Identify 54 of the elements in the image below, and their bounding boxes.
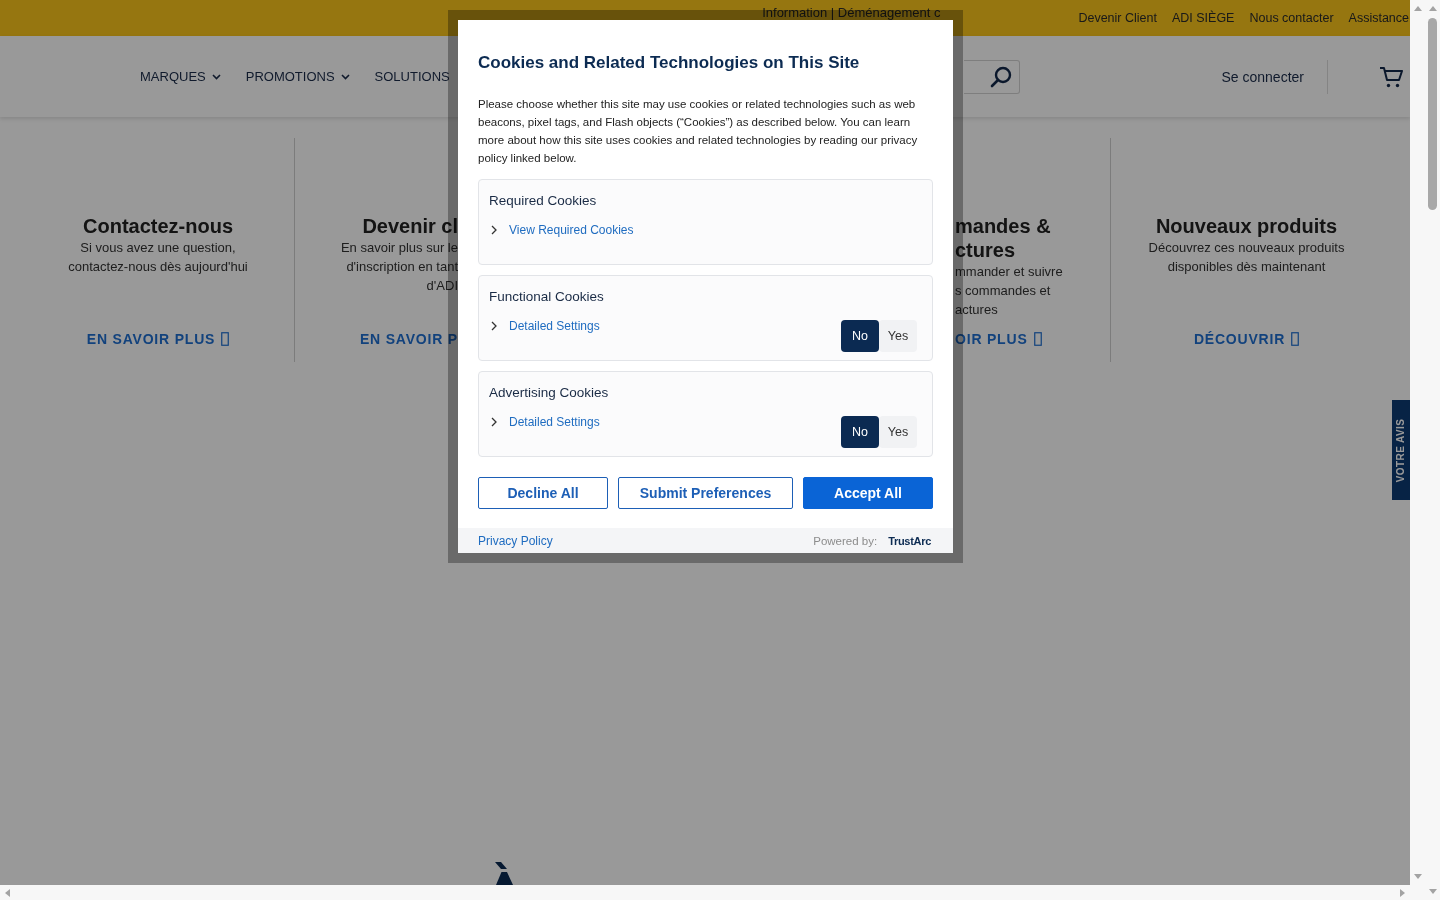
category-title: Advertising Cookies — [489, 384, 609, 402]
chevron-right-icon — [491, 417, 497, 427]
top-link[interactable]: Devenir Client — [1078, 11, 1157, 25]
card-description: Découvrez ces nouveaux produits disponibles dès maintenant — [1148, 239, 1345, 276]
scroll-left-arrow-icon[interactable] — [5, 888, 10, 897]
card-link[interactable]: DÉCOUVRIR — [1193, 330, 1300, 348]
card-link[interactable]: OIR PLUS — [955, 330, 1042, 348]
category-title: Functional Cookies — [489, 288, 604, 306]
toggle-option[interactable]: Yes — [879, 416, 917, 448]
privacy-policy-link[interactable]: Privacy Policy — [478, 533, 553, 548]
scrollbar-thumb[interactable] — [1428, 18, 1437, 210]
card-link[interactable]: EN SAVOIR P — [360, 330, 458, 348]
card-title: Contactez-nous — [83, 214, 233, 238]
dialog-intro-text: Please choose whether this site may use cookies or related technologies such as web beacons, pixel tags, and Flash objects (“Cookies”) as described below. You can learn more about how this site uses cookies and related technologies by reading our privacy policy linked below. — [478, 97, 919, 166]
details-link[interactable]: Detailed Settings — [489, 317, 600, 335]
search-field[interactable] — [963, 59, 1020, 94]
accept-button[interactable]: Accept All — [803, 477, 933, 509]
nav-menu-item[interactable]: PROMOTIONS — [245, 69, 350, 84]
dialog-title: Cookies and Related Technologies on This Site — [478, 52, 861, 74]
card-title: Devenir cl — [362, 214, 458, 238]
card-title: mandes & ctures — [955, 214, 1052, 262]
dialog-button[interactable]: Submit Preferences — [618, 477, 793, 509]
chevron-right-icon — [491, 225, 497, 235]
top-link[interactable]: Assistance — [1348, 11, 1409, 25]
chevron-right-icon — [491, 321, 497, 331]
toggle-option[interactable]: Yes — [879, 320, 917, 352]
scroll-down-arrow-icon[interactable] — [1428, 889, 1437, 894]
horizontal-scrollbar[interactable] — [0, 885, 1410, 900]
card-description: En savoir plus sur le d'inscription en tant d'ADI — [340, 239, 458, 295]
provider-logo: TrustArc — [888, 534, 931, 547]
cart-icon[interactable] — [1379, 64, 1403, 89]
nav-menu-item[interactable]: SOLUTIONS — [374, 69, 450, 84]
nav-menu-item[interactable]: MARQUES — [140, 69, 221, 84]
card-title: Nouveaux produits — [1155, 214, 1338, 238]
toggle-option[interactable]: No — [841, 320, 879, 352]
powered-by-text: Powered by: — [813, 534, 878, 547]
card-description: mmander et suivre s commandes et actures — [955, 263, 1063, 319]
card-link[interactable]: EN SAVOIR PLUS — [86, 330, 230, 348]
scroll-right-arrow-icon[interactable] — [1400, 888, 1405, 897]
top-link[interactable]: ADI SIÈGE — [1171, 11, 1235, 25]
top-link[interactable]: Nous contacter — [1249, 11, 1334, 25]
logo-mark-icon — [495, 862, 514, 885]
category-title: Required Cookies — [489, 192, 597, 210]
feedback-tab[interactable]: VOTRE AVIS — [1392, 400, 1410, 500]
details-link[interactable]: View Required Cookies — [489, 221, 634, 239]
details-link[interactable]: Detailed Settings — [489, 413, 600, 431]
dialog-button[interactable]: Decline All — [478, 477, 608, 509]
toggle-option[interactable]: No — [841, 416, 879, 448]
vertical-scrollbar[interactable] — [1425, 0, 1440, 900]
notice-text: Information | Déménagement c — [762, 6, 941, 20]
search-icon[interactable] — [989, 65, 1012, 88]
card-description: Si vous avez une question, contactez-nous dès aujourd'hui — [68, 239, 248, 276]
scroll-down-arrow-icon[interactable] — [1413, 874, 1422, 879]
sign-in-link[interactable]: Se connecter — [1221, 68, 1304, 85]
